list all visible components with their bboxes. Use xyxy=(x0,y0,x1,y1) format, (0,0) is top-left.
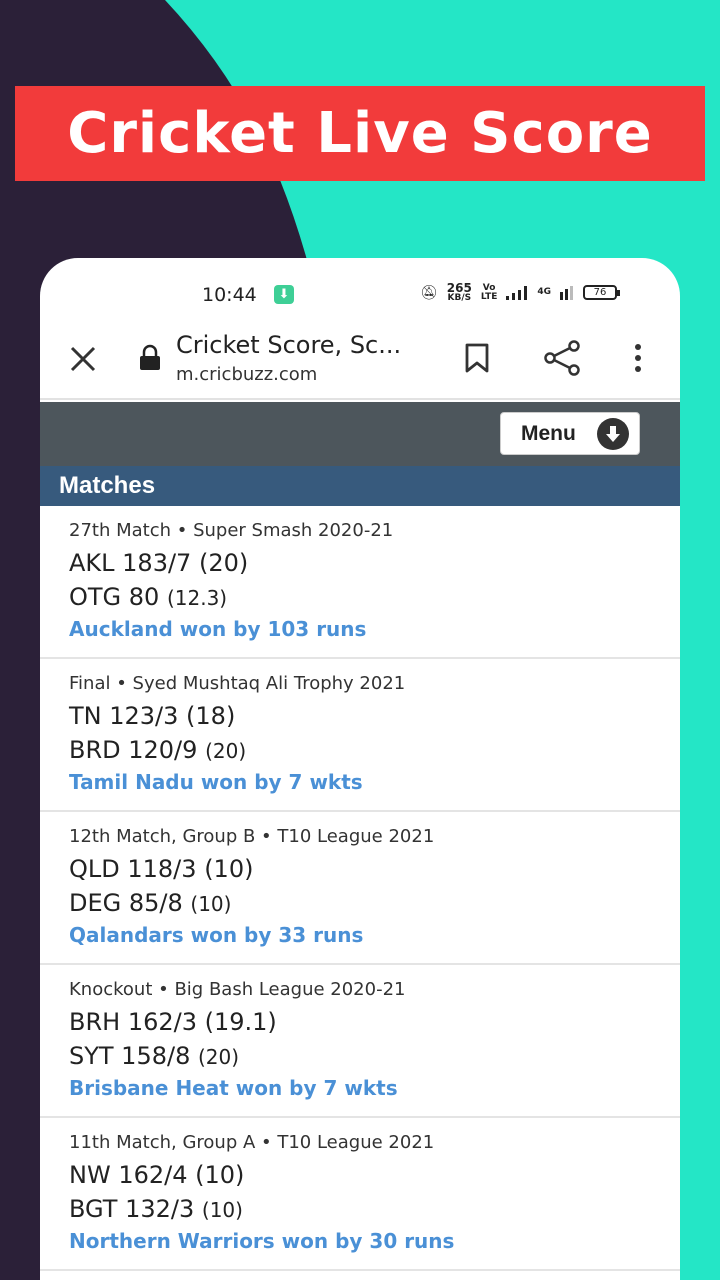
section-title: Matches xyxy=(40,466,680,506)
match-result[interactable]: Qalandars won by 33 runs xyxy=(69,920,680,950)
team2-score-value: BGT 132/3 xyxy=(69,1195,195,1223)
match-card[interactable]: 27th Match • Super Smash 2020-21 AKL 183… xyxy=(40,506,680,659)
team1-score: AKL 183/7 (20) xyxy=(69,546,680,580)
team1-score-value: QLD 118/3 xyxy=(69,855,197,883)
phone-screen: 10:44 ⬇ 🔕︎ 265 KB/S Vo LTE 4G 76 Cricket… xyxy=(40,258,680,1280)
volte-icon: Vo LTE xyxy=(480,283,498,302)
team2-score: BGT 132/3 (10) xyxy=(69,1192,680,1226)
match-result[interactable]: Auckland won by 103 runs xyxy=(69,614,680,644)
team1-score-value: NW 162/4 xyxy=(69,1161,188,1189)
menu-button[interactable]: Menu xyxy=(500,412,640,455)
team1-score-value: TN 123/3 xyxy=(69,702,179,730)
site-header: Menu xyxy=(40,402,680,466)
battery-level: 76 xyxy=(593,287,607,298)
browser-toolbar: Cricket Score, Sc... m.cricbuzz.com xyxy=(40,328,680,400)
mute-icon: 🔕︎ xyxy=(420,284,438,301)
team1-overs: (18) xyxy=(186,702,236,730)
team2-overs: (10) xyxy=(201,1198,243,1222)
match-list: 27th Match • Super Smash 2020-21 AKL 183… xyxy=(40,506,680,1271)
team2-score: DEG 85/8 (10) xyxy=(69,886,680,920)
lock-icon xyxy=(140,344,160,370)
team1-score-value: AKL 183/7 xyxy=(69,549,192,577)
team2-overs: (12.3) xyxy=(166,586,228,610)
team2-score-value: DEG 85/8 xyxy=(69,889,183,917)
network-type: 4G xyxy=(537,287,552,297)
team1-overs: (10) xyxy=(204,855,254,883)
team2-score-value: BRD 120/9 xyxy=(69,736,198,764)
status-bar: 10:44 ⬇ 🔕︎ 265 KB/S Vo LTE 4G 76 xyxy=(40,258,680,328)
more-vert-icon[interactable] xyxy=(626,340,650,376)
team2-score: OTG 80 (12.3) xyxy=(69,580,680,614)
team2-score: BRD 120/9 (20) xyxy=(69,733,680,767)
match-card[interactable]: 11th Match, Group A • T10 League 2021 NW… xyxy=(40,1118,680,1271)
team2-overs: (20) xyxy=(198,1045,240,1069)
team1-score: BRH 162/3 (19.1) xyxy=(69,1005,680,1039)
team1-score: TN 123/3 (18) xyxy=(69,699,680,733)
team2-score-value: SYT 158/8 xyxy=(69,1042,191,1070)
match-series: Knockout • Big Bash League 2020-21 xyxy=(69,979,406,1000)
signal-icon xyxy=(506,285,528,300)
match-series: 12th Match, Group B • T10 League 2021 xyxy=(69,826,435,847)
arrow-down-circle-icon xyxy=(597,417,629,450)
team2-score-value: OTG 80 xyxy=(69,583,160,611)
status-time: 10:44 xyxy=(202,284,257,306)
team1-score-value: BRH 162/3 xyxy=(69,1008,197,1036)
volte-bottom: LTE xyxy=(480,291,498,302)
team2-overs: (10) xyxy=(190,892,232,916)
signal-icon-2 xyxy=(560,285,574,300)
match-card[interactable]: Final • Syed Mushtaq Ali Trophy 2021 TN … xyxy=(40,659,680,812)
share-icon[interactable] xyxy=(542,338,582,378)
status-icons: 🔕︎ 265 KB/S Vo LTE 4G 76 xyxy=(420,282,621,303)
match-result[interactable]: Northern Warriors won by 30 runs xyxy=(69,1226,680,1256)
network-speed-unit: KB/S xyxy=(447,293,472,303)
page-title[interactable]: Cricket Score, Sc... xyxy=(176,331,401,359)
team2-score: SYT 158/8 (20) xyxy=(69,1039,680,1073)
team1-overs: (10) xyxy=(195,1161,245,1189)
match-result[interactable]: Tamil Nadu won by 7 wkts xyxy=(69,767,680,797)
promo-banner: Cricket Live Score xyxy=(15,86,705,181)
network-speed: 265 KB/S xyxy=(447,282,472,303)
close-icon[interactable] xyxy=(66,342,100,376)
match-card[interactable]: Knockout • Big Bash League 2020-21 BRH 1… xyxy=(40,965,680,1118)
bookmark-icon[interactable] xyxy=(462,342,492,374)
battery-icon: 76 xyxy=(583,285,621,300)
page-url[interactable]: m.cricbuzz.com xyxy=(176,364,317,385)
team2-overs: (20) xyxy=(205,739,247,763)
match-series: 11th Match, Group A • T10 League 2021 xyxy=(69,1132,435,1153)
team1-overs: (19.1) xyxy=(204,1008,277,1036)
download-icon: ⬇ xyxy=(274,285,294,304)
team1-overs: (20) xyxy=(198,549,249,577)
team1-score: NW 162/4 (10) xyxy=(69,1158,680,1192)
team1-score: QLD 118/3 (10) xyxy=(69,852,680,886)
match-series: 27th Match • Super Smash 2020-21 xyxy=(69,520,394,541)
match-result[interactable]: Brisbane Heat won by 7 wkts xyxy=(69,1073,680,1103)
banner-title: Cricket Live Score xyxy=(67,101,653,166)
match-series: Final • Syed Mushtaq Ali Trophy 2021 xyxy=(69,673,406,694)
menu-label: Menu xyxy=(521,421,576,445)
match-card[interactable]: 12th Match, Group B • T10 League 2021 QL… xyxy=(40,812,680,965)
